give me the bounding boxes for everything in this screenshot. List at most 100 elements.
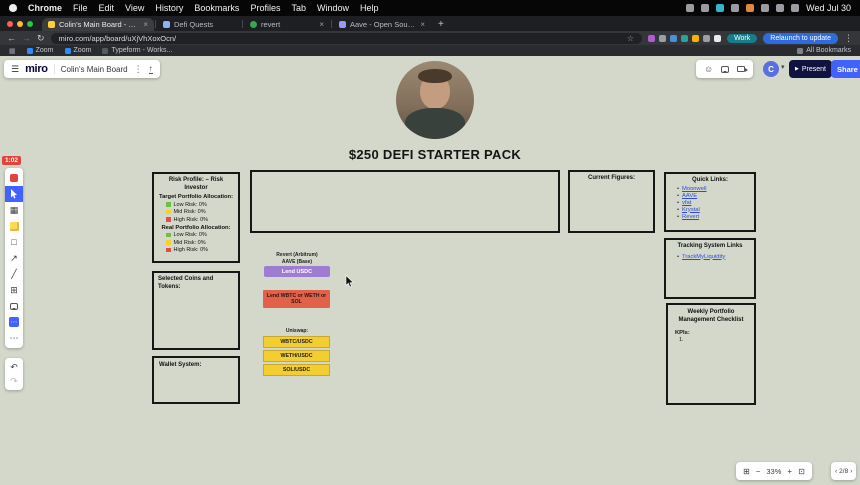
share-button[interactable]: Share bbox=[831, 60, 860, 78]
webcam-avatar-image[interactable] bbox=[396, 61, 474, 139]
quick-links-frame[interactable]: Quick Links: •Moonwell •AAVE •vfat •Krys… bbox=[664, 172, 756, 232]
tab-close-icon[interactable]: × bbox=[420, 20, 425, 29]
current-figures-frame[interactable]: Current Figures: bbox=[568, 170, 655, 233]
zoom-in-button[interactable]: + bbox=[787, 467, 792, 476]
menubar-status-icon[interactable] bbox=[761, 4, 769, 12]
link-moonwell[interactable]: Moonwell bbox=[682, 186, 707, 192]
board-name[interactable]: Colin's Main Board bbox=[61, 65, 128, 74]
pool-card-sol-usdc[interactable]: SOL/USDC bbox=[263, 364, 330, 376]
menubar-item-tab[interactable]: Tab bbox=[291, 3, 306, 13]
wallet-system-frame[interactable]: Wallet System: bbox=[152, 356, 240, 404]
extension-icon[interactable] bbox=[681, 35, 688, 42]
risk-profile-frame[interactable]: Risk Profile: – Risk Investor Target Por… bbox=[152, 172, 240, 263]
puzzle-extensions-icon[interactable] bbox=[714, 35, 721, 42]
menubar-item-profiles[interactable]: Profiles bbox=[250, 3, 280, 13]
apple-menu-icon[interactable] bbox=[9, 4, 17, 12]
menubar-status-icon[interactable] bbox=[701, 4, 709, 12]
chrome-profile-chip[interactable]: Work bbox=[727, 34, 757, 43]
forward-icon[interactable]: → bbox=[22, 34, 31, 43]
menubar-status-icon[interactable] bbox=[731, 4, 739, 12]
menubar-status-icon[interactable] bbox=[716, 4, 724, 12]
extension-icon[interactable] bbox=[692, 35, 699, 42]
tab-aave[interactable]: Aave - Open Source Liquidit... × bbox=[333, 18, 431, 31]
lend-wbtc-weth-sol-card[interactable]: Lend WBTC or WETH or SOL bbox=[263, 290, 330, 308]
tab-revert[interactable]: revert × bbox=[244, 18, 330, 31]
apps-tool-button[interactable]: ⋯ bbox=[5, 314, 23, 330]
select-tool-button[interactable] bbox=[5, 186, 23, 202]
menubar-item-view[interactable]: View bbox=[125, 3, 144, 13]
all-bookmarks-button[interactable]: All Bookmarks bbox=[797, 47, 851, 54]
menubar-clock[interactable]: Wed Jul 30 bbox=[806, 3, 851, 13]
zoom-out-button[interactable]: − bbox=[756, 467, 761, 476]
window-minimize-button[interactable] bbox=[17, 21, 23, 27]
sticky-note-tool-button[interactable] bbox=[5, 218, 23, 234]
tab-close-icon[interactable]: × bbox=[319, 20, 324, 29]
pool-card-wbtc-usdc[interactable]: WBTC/USDC bbox=[263, 336, 330, 348]
timer-badge[interactable]: 1:02 bbox=[2, 156, 21, 165]
menubar-item-window[interactable]: Window bbox=[317, 3, 349, 13]
address-omnibox[interactable]: miro.com/app/board/uXjVhXoxOcn/ ☆ bbox=[51, 33, 643, 44]
bookmark-typeform[interactable]: Typeform - Works... bbox=[102, 47, 172, 54]
reload-icon[interactable]: ↻ bbox=[37, 34, 45, 43]
pool-card-weth-usdc[interactable]: WETH/USDC bbox=[263, 350, 330, 362]
avatar-chevron-icon[interactable]: ▾ bbox=[781, 63, 785, 71]
next-frame-icon[interactable]: › bbox=[850, 468, 852, 475]
user-avatar[interactable]: C bbox=[763, 61, 779, 77]
export-board-icon[interactable]: ↑ bbox=[149, 65, 153, 74]
lend-usdc-card[interactable]: Lend USDC bbox=[264, 266, 330, 277]
weekly-checklist-frame[interactable]: Weekly Portfolio Management Checklist KP… bbox=[666, 303, 756, 405]
link-krystal[interactable]: Krystal bbox=[682, 207, 700, 213]
video-call-icon[interactable] bbox=[737, 66, 745, 72]
bookmark-zoom-2[interactable]: Zoom bbox=[65, 47, 92, 54]
more-tools-button[interactable]: ⋯ bbox=[5, 330, 23, 346]
comment-tool-button[interactable] bbox=[5, 298, 23, 314]
main-empty-frame[interactable] bbox=[250, 170, 560, 233]
menubar-app-name[interactable]: Chrome bbox=[28, 3, 62, 13]
menubar-item-file[interactable]: File bbox=[73, 3, 88, 13]
link-trackmyliquidity[interactable]: TrackMyLiquidity bbox=[682, 254, 725, 260]
hamburger-menu-icon[interactable]: ☰ bbox=[11, 64, 19, 75]
extension-icon[interactable] bbox=[659, 35, 666, 42]
window-zoom-button[interactable] bbox=[27, 21, 33, 27]
menubar-status-icon[interactable] bbox=[791, 4, 799, 12]
bookmark-zoom-1[interactable]: Zoom bbox=[27, 47, 54, 54]
relaunch-update-button[interactable]: Relaunch to update bbox=[763, 33, 838, 44]
back-icon[interactable]: ← bbox=[7, 34, 16, 43]
menubar-item-edit[interactable]: Edit bbox=[99, 3, 115, 13]
bookmark-star-icon[interactable]: ☆ bbox=[627, 34, 634, 43]
redo-icon[interactable]: ↷ bbox=[10, 374, 18, 388]
prev-frame-icon[interactable]: ‹ bbox=[835, 468, 837, 475]
apps-grid-icon[interactable]: ▦ bbox=[9, 47, 16, 55]
connector-tool-button[interactable]: ↗ bbox=[5, 250, 23, 266]
link-vfat[interactable]: vfat bbox=[682, 200, 691, 206]
present-button[interactable]: ▶ Present bbox=[789, 60, 832, 78]
link-aave[interactable]: AAVE bbox=[682, 193, 697, 199]
board-options-icon[interactable]: ⋮ bbox=[134, 64, 143, 75]
tab-miro-board[interactable]: Colin's Main Board - Miro × bbox=[42, 18, 154, 31]
browser-menu-icon[interactable]: ⋮ bbox=[844, 33, 853, 44]
extension-icon[interactable] bbox=[648, 35, 655, 42]
zoom-level[interactable]: 33% bbox=[766, 467, 781, 476]
menubar-status-icon[interactable] bbox=[746, 4, 754, 12]
undo-icon[interactable]: ↶ bbox=[10, 360, 18, 374]
window-close-button[interactable] bbox=[7, 21, 13, 27]
tab-defi-quests[interactable]: Defi Quests bbox=[157, 18, 241, 31]
templates-tool-button[interactable]: ▦ bbox=[5, 202, 23, 218]
tab-close-icon[interactable]: × bbox=[143, 20, 148, 29]
miro-logo[interactable]: miro bbox=[25, 63, 48, 75]
board-heading-text[interactable]: $250 DEFI STARTER PACK bbox=[285, 147, 585, 162]
shapes-tool-button[interactable]: □ bbox=[5, 234, 23, 250]
menubar-status-icon[interactable] bbox=[776, 4, 784, 12]
stop-record-button[interactable] bbox=[5, 170, 23, 186]
extension-icon[interactable] bbox=[703, 35, 710, 42]
link-revert[interactable]: Revert bbox=[682, 214, 699, 220]
frame-tool-button[interactable]: ⊞ bbox=[5, 282, 23, 298]
selected-coins-frame[interactable]: Selected Coins and Tokens: bbox=[152, 271, 240, 350]
reactions-icon[interactable]: ☺ bbox=[704, 65, 713, 74]
tracking-links-frame[interactable]: Tracking System Links •TrackMyLiquidity bbox=[664, 238, 756, 299]
comments-icon[interactable] bbox=[721, 66, 729, 73]
menubar-status-icon[interactable] bbox=[686, 4, 694, 12]
menubar-item-help[interactable]: Help bbox=[360, 3, 379, 13]
new-tab-button[interactable]: + bbox=[438, 19, 444, 30]
frames-grid-icon[interactable]: ⊞ bbox=[743, 467, 750, 476]
